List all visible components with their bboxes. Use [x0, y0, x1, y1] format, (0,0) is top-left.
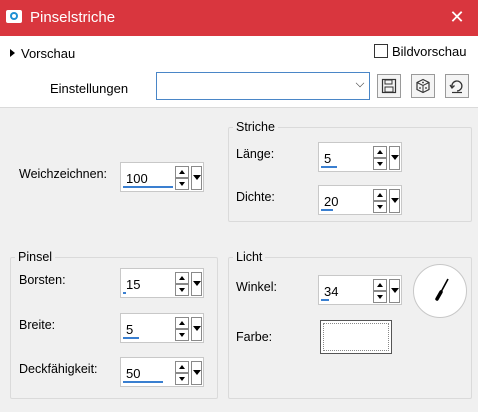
density-increment-button[interactable] [373, 189, 387, 201]
random-button[interactable] [411, 74, 435, 98]
angle-increment-button[interactable] [373, 279, 387, 291]
opacity-label: Deckfähigkeit: [19, 362, 98, 376]
bristles-slider-bar[interactable] [123, 292, 126, 294]
length-slider-dropdown[interactable] [389, 146, 400, 170]
preview-toggle[interactable]: Vorschau [10, 46, 75, 61]
bristles-decrement-button[interactable] [175, 284, 189, 296]
density-slider-bar[interactable] [321, 209, 333, 211]
angle-needle-icon [435, 278, 449, 301]
density-decrement-button[interactable] [373, 201, 387, 213]
opacity-value: 50 [126, 366, 141, 381]
blur-slider-bar[interactable] [123, 186, 173, 188]
blur-increment-button[interactable] [175, 166, 189, 178]
blur-slider-dropdown[interactable] [191, 166, 202, 190]
angle-slider-bar[interactable] [321, 299, 329, 301]
density-spinbox[interactable]: 20 [318, 185, 402, 215]
angle-label: Winkel: [236, 280, 277, 294]
width-slider-dropdown[interactable] [191, 317, 202, 341]
strokes-group-title: Striche [233, 120, 278, 134]
image-preview-label: Bildvorschau [392, 44, 467, 59]
opacity-slider-bar[interactable] [123, 381, 163, 383]
density-label: Dichte: [236, 190, 275, 204]
close-icon[interactable]: ✕ [446, 6, 468, 28]
length-increment-button[interactable] [373, 146, 387, 158]
preview-label: Vorschau [21, 46, 76, 61]
blur-decrement-button[interactable] [175, 178, 189, 190]
length-slider-bar[interactable] [321, 166, 337, 168]
title-bar: Pinselstriche ✕ [0, 0, 478, 36]
reset-icon [449, 80, 463, 94]
density-slider-dropdown[interactable] [389, 189, 400, 213]
opacity-spinbox[interactable]: 50 [120, 357, 204, 387]
width-slider-bar[interactable] [123, 337, 139, 339]
presets-dropdown[interactable] [156, 72, 370, 100]
checkbox-box[interactable] [374, 44, 388, 58]
length-value: 5 [324, 151, 332, 166]
dice-icon [416, 78, 430, 94]
bristles-slider-dropdown[interactable] [191, 272, 202, 296]
bristles-label: Borsten: [19, 273, 66, 287]
image-preview-checkbox[interactable]: Bildvorschau [374, 44, 466, 59]
window-title: Pinselstriche [30, 9, 116, 26]
angle-dial[interactable] [413, 264, 467, 318]
width-decrement-button[interactable] [175, 329, 189, 341]
chevron-down-icon[interactable] [355, 78, 365, 88]
brush-group-title: Pinsel [15, 250, 56, 264]
angle-value: 34 [324, 284, 339, 299]
presets-label: Einstellungen [50, 81, 129, 96]
blur-value: 100 [126, 171, 148, 186]
density-value: 20 [324, 194, 339, 209]
preview-settings-band: Vorschau Bildvorschau Einstellungen [0, 36, 478, 108]
bristles-increment-button[interactable] [175, 272, 189, 284]
opacity-decrement-button[interactable] [175, 373, 189, 385]
color-label: Farbe: [236, 330, 273, 344]
camera-app-icon [6, 10, 22, 23]
width-label: Breite: [19, 318, 56, 332]
opacity-increment-button[interactable] [175, 361, 189, 373]
width-spinbox[interactable]: 5 [120, 313, 204, 343]
blur-spinbox[interactable]: 100 [120, 162, 204, 192]
floppy-disk-icon [381, 78, 397, 94]
reset-button[interactable] [445, 74, 469, 98]
width-increment-button[interactable] [175, 317, 189, 329]
expand-triangle-icon [10, 49, 15, 57]
length-label: Länge: [236, 147, 275, 161]
blur-label: Weichzeichnen: [19, 167, 108, 181]
length-decrement-button[interactable] [373, 158, 387, 170]
save-preset-button[interactable] [377, 74, 401, 98]
angle-spinbox[interactable]: 34 [318, 275, 402, 305]
bristles-value: 15 [126, 277, 141, 292]
angle-slider-dropdown[interactable] [389, 279, 400, 303]
bristles-spinbox[interactable]: 15 [120, 268, 204, 298]
width-value: 5 [126, 322, 134, 337]
light-group-title: Licht [233, 250, 266, 264]
length-spinbox[interactable]: 5 [318, 142, 402, 172]
angle-decrement-button[interactable] [373, 291, 387, 303]
opacity-slider-dropdown[interactable] [191, 361, 202, 385]
light-color-swatch[interactable] [320, 320, 392, 354]
